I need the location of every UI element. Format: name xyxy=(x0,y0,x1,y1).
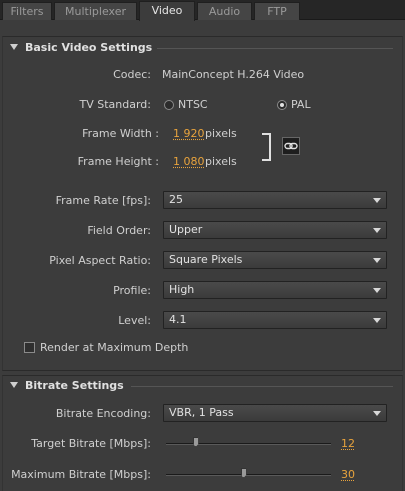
collapse-triangle-icon[interactable] xyxy=(10,44,18,50)
chevron-down-icon xyxy=(373,228,381,233)
section-title: Bitrate Settings xyxy=(25,379,124,392)
profile-label: Profile: xyxy=(113,284,151,297)
frame-width-label: Frame Width : xyxy=(82,127,159,140)
frame-rate-label: Frame Rate [fps]: xyxy=(55,194,151,207)
field-order-label: Field Order: xyxy=(87,224,151,237)
profile-dropdown[interactable]: High xyxy=(163,281,387,299)
ntsc-radio[interactable] xyxy=(164,100,174,110)
tab-filters[interactable]: Filters xyxy=(2,2,52,20)
codec-value: MainConcept H.264 Video xyxy=(162,68,305,81)
ntsc-label[interactable]: NTSC xyxy=(178,98,208,111)
frame-height-unit: pixels xyxy=(205,155,237,168)
tab-ftp[interactable]: FTP xyxy=(254,2,300,20)
max-bitrate-label: Maximum Bitrate [Mbps]: xyxy=(11,468,151,481)
collapse-triangle-icon[interactable] xyxy=(10,382,18,388)
divider xyxy=(131,386,393,387)
bitrate-encoding-dropdown[interactable]: VBR, 1 Pass xyxy=(163,404,387,422)
max-bitrate-slider-track[interactable] xyxy=(166,474,331,476)
chevron-down-icon xyxy=(373,411,381,416)
field-order-dropdown[interactable]: Upper xyxy=(163,221,387,239)
level-label: Level: xyxy=(118,314,151,327)
bitrate-encoding-label: Bitrate Encoding: xyxy=(55,407,151,420)
target-bitrate-label: Target Bitrate [Mbps]: xyxy=(31,437,151,450)
frame-width-value[interactable]: 1 920 xyxy=(173,127,205,140)
frame-rate-value: 25 xyxy=(169,193,183,206)
level-value: 4.1 xyxy=(169,313,187,326)
tv-standard-label: TV Standard: xyxy=(79,98,152,111)
pal-label[interactable]: PAL xyxy=(291,98,311,111)
tab-audio[interactable]: Audio xyxy=(197,2,252,20)
render-max-depth-label[interactable]: Render at Maximum Depth xyxy=(40,341,188,354)
bitrate-encoding-value: VBR, 1 Pass xyxy=(169,406,234,419)
chevron-down-icon xyxy=(373,258,381,263)
pixel-aspect-ratio-value: Square Pixels xyxy=(169,253,243,266)
field-order-value: Upper xyxy=(169,223,203,236)
tab-bar: Filters Multiplexer Video Audio FTP xyxy=(0,0,405,21)
pal-radio[interactable] xyxy=(277,100,287,110)
frame-rate-dropdown[interactable]: 25 xyxy=(163,191,387,209)
chevron-down-icon xyxy=(373,318,381,323)
section-title: Basic Video Settings xyxy=(25,41,153,54)
basic-video-settings-header[interactable]: Basic Video Settings xyxy=(10,41,152,55)
chain-link-icon xyxy=(284,142,298,150)
target-bitrate-slider-track[interactable] xyxy=(166,443,331,445)
chevron-down-icon xyxy=(373,288,381,293)
codec-label: Codec: xyxy=(113,68,151,81)
frame-height-label: Frame Height : xyxy=(77,155,159,168)
tab-multiplexer[interactable]: Multiplexer xyxy=(54,2,137,20)
render-max-depth-checkbox[interactable] xyxy=(24,342,35,353)
constrain-proportions-button[interactable] xyxy=(282,137,300,155)
bitrate-settings-header[interactable]: Bitrate Settings xyxy=(10,379,124,393)
tab-video[interactable]: Video xyxy=(139,1,195,21)
frame-height-value[interactable]: 1 080 xyxy=(173,155,205,168)
pixel-aspect-ratio-dropdown[interactable]: Square Pixels xyxy=(163,251,387,269)
pixel-aspect-ratio-label: Pixel Aspect Ratio: xyxy=(49,254,151,267)
frame-width-unit: pixels xyxy=(205,127,237,140)
target-bitrate-value[interactable]: 12 xyxy=(341,437,355,450)
divider xyxy=(157,48,393,49)
radio-selected-dot xyxy=(280,103,284,107)
aspect-link-bracket xyxy=(262,133,271,161)
max-bitrate-value[interactable]: 30 xyxy=(341,468,355,481)
level-dropdown[interactable]: 4.1 xyxy=(163,311,387,329)
profile-value: High xyxy=(169,283,195,296)
chevron-down-icon xyxy=(373,198,381,203)
